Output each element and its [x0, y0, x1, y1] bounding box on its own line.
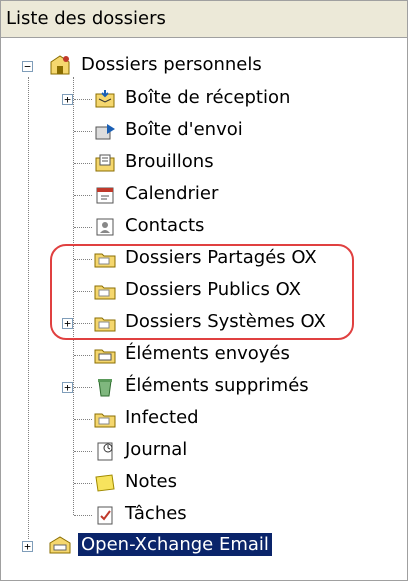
- tree-node-label: Boîte de réception: [125, 87, 291, 108]
- expand-toggle-icon[interactable]: +: [62, 382, 73, 393]
- tree-connector-line: [74, 163, 92, 164]
- sent-items-icon: [94, 349, 116, 364]
- tree-node-label: Open-Xchange Email: [78, 533, 272, 556]
- tree-connector-line: [74, 195, 92, 196]
- tree-connector-line: [74, 131, 92, 132]
- tree-connector-line: [74, 483, 92, 484]
- contacts-icon: [96, 218, 114, 236]
- panel-title: Liste des dossiers: [6, 8, 166, 29]
- tree-node-label: Brouillons: [125, 151, 214, 172]
- journal-icon: [97, 442, 113, 461]
- folder-icon: [94, 317, 116, 332]
- tree-node-label: Dossiers Systèmes OX: [125, 311, 326, 332]
- tree-node-label: Infected: [125, 407, 199, 428]
- drafts-icon: [95, 154, 115, 172]
- tree-connector-line: [74, 451, 92, 452]
- folder-icon: [94, 253, 116, 268]
- tree-node-label: Éléments envoyés: [125, 343, 290, 364]
- tree-node-label: Dossiers Partagés OX: [125, 247, 317, 268]
- collapse-toggle-icon[interactable]: −: [22, 61, 33, 72]
- inbox-icon: [95, 90, 115, 108]
- tree-connector-line: [74, 515, 92, 516]
- tree-node-label: Boîte d'envoi: [125, 119, 243, 140]
- tree-connector-line: [74, 355, 92, 356]
- tree-node-label: Journal: [125, 439, 188, 460]
- tree-node-label: Contacts: [125, 215, 205, 236]
- tree-connector-line: [74, 419, 92, 420]
- expand-toggle-icon[interactable]: +: [62, 318, 73, 329]
- tree-node-label: Calendrier: [125, 183, 219, 204]
- tree-connector-line: [74, 323, 92, 324]
- mail-account-icon: [49, 536, 71, 554]
- folder-icon: [94, 285, 116, 300]
- tree-connector-line: [74, 387, 92, 388]
- calendar-icon: [96, 187, 114, 204]
- tasks-icon: [97, 506, 113, 525]
- tree-connector-line: [73, 77, 74, 515]
- notes-icon: [95, 474, 115, 492]
- panel-header: Liste des dossiers: [1, 1, 407, 38]
- tree-node-label: Dossiers personnels: [81, 54, 262, 75]
- tree-node-label: Dossiers Publics OX: [125, 279, 301, 300]
- expand-toggle-icon[interactable]: +: [22, 541, 33, 552]
- tree-connector-line: [74, 227, 92, 228]
- tree-connector-line: [74, 259, 92, 260]
- personal-folders-icon: [50, 55, 70, 75]
- folder-icon: [94, 413, 116, 428]
- tree-connector-line: [74, 99, 92, 100]
- tree-node-label: Tâches: [125, 503, 187, 524]
- deleted-items-icon: [98, 379, 112, 397]
- expand-toggle-icon[interactable]: +: [62, 94, 73, 105]
- tree-connector-line: [28, 77, 29, 539]
- tree-node-label: Notes: [125, 471, 177, 492]
- tree-connector-line: [74, 291, 92, 292]
- tree-node-label: Éléments supprimés: [125, 375, 309, 396]
- outbox-icon: [95, 124, 115, 140]
